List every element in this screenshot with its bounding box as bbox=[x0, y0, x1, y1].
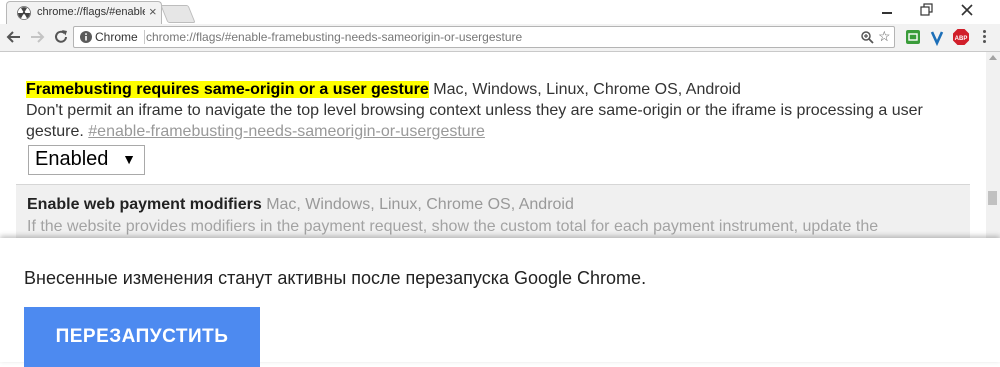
restart-notification-bar: Внесенные изменения станут активны после… bbox=[0, 238, 1000, 367]
flags-page-content: Framebusting requires same-origin or a u… bbox=[0, 52, 986, 238]
info-icon[interactable] bbox=[79, 30, 93, 44]
omnibox-separator bbox=[144, 30, 145, 44]
reload-icon[interactable] bbox=[52, 28, 70, 46]
vertical-scrollbar[interactable] bbox=[986, 52, 1000, 238]
select-value: Enabled bbox=[35, 148, 109, 170]
adblock-icon[interactable]: ABP bbox=[952, 28, 970, 46]
toolbar: Chrome chrome://flags/#enable-framebusti… bbox=[0, 24, 1000, 52]
experiment-platforms: Mac, Windows, Linux, Chrome OS, Android bbox=[266, 196, 574, 213]
radiation-icon bbox=[17, 6, 31, 20]
experiment-header: Framebusting requires same-origin or a u… bbox=[26, 79, 970, 100]
experiment-state-select[interactable]: Enabled ▼ bbox=[28, 145, 145, 175]
minimize-icon[interactable] bbox=[872, 1, 902, 19]
menu-icon[interactable] bbox=[980, 29, 990, 45]
restart-button[interactable]: ПЕРЕЗАПУСТИТЬ bbox=[24, 307, 260, 367]
address-bar[interactable]: Chrome chrome://flags/#enable-framebusti… bbox=[73, 26, 895, 48]
title-bar: chrome://flags/#enable- × bbox=[0, 0, 1000, 24]
svg-text:ABP: ABP bbox=[955, 36, 968, 42]
experiment-framebusting: Framebusting requires same-origin or a u… bbox=[26, 79, 970, 142]
dropdown-arrow-icon: ▼ bbox=[122, 151, 136, 167]
experiment-title: Framebusting requires same-origin or a u… bbox=[26, 81, 429, 98]
back-arrow-icon[interactable] bbox=[5, 28, 23, 46]
url-text[interactable]: chrome://flags/#enable-framebusting-need… bbox=[146, 30, 522, 44]
scrollbar-thumb[interactable] bbox=[988, 191, 997, 205]
experiment-description: Don't permit an iframe to navigate the t… bbox=[26, 100, 970, 142]
bookmark-star-icon[interactable]: ☆ bbox=[878, 28, 891, 44]
experiment-header: Enable web payment modifiers Mac, Window… bbox=[27, 196, 574, 214]
experiment-permalink[interactable]: #enable-framebusting-needs-sameorigin-or… bbox=[88, 123, 485, 140]
close-window-icon[interactable] bbox=[952, 1, 982, 19]
scroll-up-arrow-icon[interactable] bbox=[989, 55, 997, 60]
browser-tab[interactable]: chrome://flags/#enable- × bbox=[6, 1, 162, 24]
experiment-description: If the website provides modifiers in the… bbox=[27, 218, 879, 235]
v-extension-icon[interactable] bbox=[928, 28, 946, 46]
experiment-title: Enable web payment modifiers bbox=[27, 196, 262, 213]
zoom-icon[interactable] bbox=[860, 30, 874, 44]
green-extension-icon[interactable] bbox=[904, 28, 922, 46]
restore-icon[interactable] bbox=[912, 1, 942, 19]
experiment-platforms: Mac, Windows, Linux, Chrome OS, Android bbox=[433, 81, 741, 98]
omnibox-chip: Chrome bbox=[95, 30, 138, 44]
restart-message: Внесенные изменения станут активны после… bbox=[24, 268, 647, 288]
forward-arrow-icon[interactable] bbox=[28, 28, 46, 46]
new-tab-button[interactable] bbox=[160, 5, 196, 23]
tab-close-icon[interactable]: × bbox=[149, 5, 157, 19]
tab-title: chrome://flags/#enable- bbox=[37, 6, 145, 18]
experiment-web-payment-modifiers: Enable web payment modifiers Mac, Window… bbox=[16, 184, 970, 238]
